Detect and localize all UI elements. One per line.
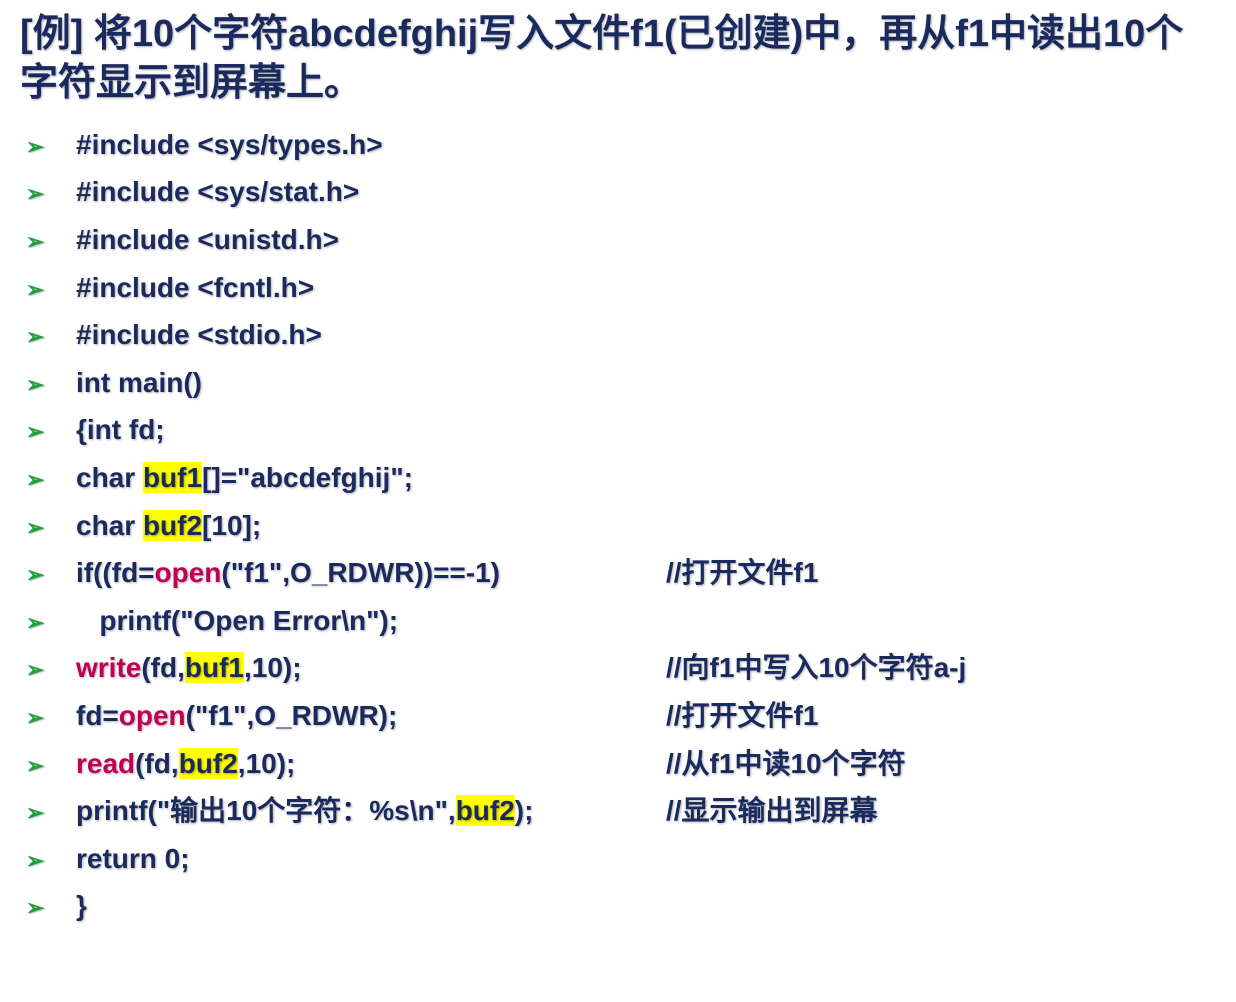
bullet-icon: ➢ [20, 842, 76, 879]
code-content: fd=open("f1",O_RDWR); [76, 692, 646, 740]
code-content: char buf2[10]; [76, 502, 261, 550]
code-content: printf("Open Error\n"); [76, 597, 398, 645]
code-comment: //显示输出到屏幕 [666, 787, 878, 835]
bullet-icon: ➢ [20, 413, 76, 450]
keyword-token: read [76, 748, 135, 779]
code-content: return 0; [76, 835, 190, 883]
bullet-icon: ➢ [20, 366, 76, 403]
code-line: ➢ printf("Open Error\n"); [20, 597, 1216, 645]
code-token: ("f1",O_RDWR); [186, 700, 398, 731]
bullet-icon: ➢ [20, 794, 76, 831]
code-line: ➢return 0; [20, 835, 1216, 883]
code-line: ➢fd=open("f1",O_RDWR); //打开文件f1 [20, 692, 1216, 740]
code-line: ➢#include <sys/types.h> [20, 121, 1216, 169]
code-token: char [76, 510, 143, 541]
highlighted-token: buf2 [456, 795, 515, 826]
code-comment: //打开文件f1 [666, 549, 818, 597]
code-content: #include <unistd.h> [76, 216, 339, 264]
code-line: ➢} [20, 882, 1216, 930]
code-content: read(fd,buf2,10); [76, 740, 646, 788]
code-comment: //向f1中写入10个字符a-j [666, 644, 966, 692]
code-token: {int fd; [76, 414, 165, 445]
code-line: ➢write(fd,buf1,10); //向f1中写入10个字符a-j [20, 644, 1216, 692]
highlighted-token: buf2 [143, 510, 202, 541]
code-line: ➢char buf2[10]; [20, 502, 1216, 550]
code-content: } [76, 882, 87, 930]
code-token: ); [515, 795, 534, 826]
code-token: (fd, [135, 748, 179, 779]
code-content: {int fd; [76, 406, 165, 454]
code-line: ➢#include <unistd.h> [20, 216, 1216, 264]
bullet-icon: ➢ [20, 699, 76, 736]
code-token: printf("输出10个字符：%s\n", [76, 795, 456, 826]
code-content: char buf1[]="abcdefghij"; [76, 454, 413, 502]
code-list: ➢#include <sys/types.h>➢#include <sys/st… [20, 121, 1216, 930]
code-content: if((fd=open("f1",O_RDWR))==-1) [76, 549, 646, 597]
code-token: #include <fcntl.h> [76, 272, 314, 303]
code-line: ➢read(fd,buf2,10); //从f1中读10个字符 [20, 740, 1216, 788]
code-token: ,10); [244, 652, 302, 683]
code-token: int main() [76, 367, 202, 398]
code-token: #include <sys/stat.h> [76, 176, 359, 207]
bullet-icon: ➢ [20, 175, 76, 212]
code-line: ➢printf("输出10个字符：%s\n",buf2); //显示输出到屏幕 [20, 787, 1216, 835]
code-token: char [76, 462, 143, 493]
bullet-icon: ➢ [20, 461, 76, 498]
code-content: #include <stdio.h> [76, 311, 322, 359]
code-line: ➢if((fd=open("f1",O_RDWR))==-1) //打开文件f1 [20, 549, 1216, 597]
code-token: printf("Open Error\n"); [76, 605, 398, 636]
code-content: #include <sys/stat.h> [76, 168, 359, 216]
code-content: write(fd,buf1,10); [76, 644, 646, 692]
highlighted-token: buf1 [185, 652, 244, 683]
code-line: ➢char buf1[]="abcdefghij"; [20, 454, 1216, 502]
bullet-icon: ➢ [20, 223, 76, 260]
code-content: printf("输出10个字符：%s\n",buf2); [76, 787, 646, 835]
code-token: } [76, 890, 87, 921]
code-token: #include <stdio.h> [76, 319, 322, 350]
code-line: ➢#include <fcntl.h> [20, 264, 1216, 312]
code-token: fd= [76, 700, 119, 731]
slide-title: [例] 将10个字符abcdefghij写入文件f1(已创建)中，再从f1中读出… [20, 10, 1216, 109]
keyword-token: open [119, 700, 186, 731]
code-line: ➢{int fd; [20, 406, 1216, 454]
code-content: #include <fcntl.h> [76, 264, 314, 312]
bullet-icon: ➢ [20, 556, 76, 593]
keyword-token: open [155, 557, 222, 588]
bullet-icon: ➢ [20, 889, 76, 926]
bullet-icon: ➢ [20, 651, 76, 688]
bullet-icon: ➢ [20, 747, 76, 784]
bullet-icon: ➢ [20, 318, 76, 355]
bullet-icon: ➢ [20, 604, 76, 641]
highlighted-token: buf2 [179, 748, 238, 779]
code-token: [10]; [202, 510, 261, 541]
code-token: (fd, [141, 652, 185, 683]
bullet-icon: ➢ [20, 128, 76, 165]
code-token: if((fd= [76, 557, 155, 588]
bullet-icon: ➢ [20, 509, 76, 546]
keyword-token: write [76, 652, 141, 683]
code-token: #include <unistd.h> [76, 224, 339, 255]
code-token: #include <sys/types.h> [76, 129, 383, 160]
code-token: ,10); [238, 748, 296, 779]
code-content: int main() [76, 359, 202, 407]
code-comment: //打开文件f1 [666, 692, 818, 740]
code-line: ➢int main() [20, 359, 1216, 407]
code-token: return 0; [76, 843, 190, 874]
code-content: #include <sys/types.h> [76, 121, 383, 169]
code-comment: //从f1中读10个字符 [666, 740, 906, 788]
code-token: []="abcdefghij"; [202, 462, 413, 493]
code-token: ("f1",O_RDWR))==-1) [221, 557, 500, 588]
bullet-icon: ➢ [20, 271, 76, 308]
code-line: ➢#include <stdio.h> [20, 311, 1216, 359]
highlighted-token: buf1 [143, 462, 202, 493]
code-line: ➢#include <sys/stat.h> [20, 168, 1216, 216]
